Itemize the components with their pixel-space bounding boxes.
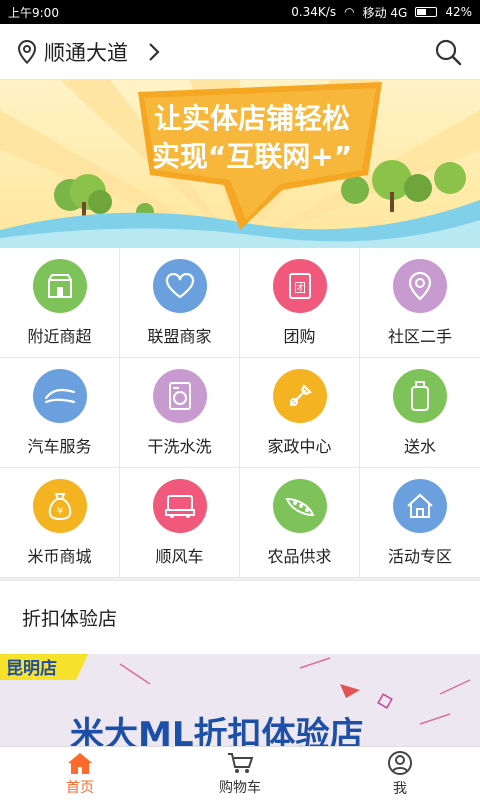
grid-item-farm-products[interactable]: 农品供求 <box>240 468 360 578</box>
user-icon <box>388 750 412 775</box>
wifi-icon: ◠ <box>344 5 355 19</box>
grid-label: 附近商超 <box>27 326 92 346</box>
location-label: 顺通大道 <box>44 40 128 65</box>
house-icon <box>393 478 447 533</box>
peas-icon <box>272 478 327 533</box>
section-title: 折扣体验店 <box>0 580 480 654</box>
banner-line2: 实现“互联网+” <box>152 140 352 173</box>
tab-home[interactable]: 首页 <box>0 747 160 800</box>
grid-item-activity-zone[interactable]: 活动专区 <box>360 468 480 578</box>
grid-item-mibi-mall[interactable]: ¥ 米币商城 <box>0 468 120 578</box>
grid-label: 顺风车 <box>155 546 204 566</box>
grid-label: 团购 <box>283 326 316 346</box>
grid-label: 干洗水洗 <box>147 436 212 456</box>
car-icon <box>152 478 207 533</box>
grid-label: 农品供求 <box>267 546 332 566</box>
grid-label: 家政中心 <box>267 436 332 456</box>
promo-city: 昆明店 <box>6 658 57 679</box>
grid-item-carpool[interactable]: 顺风车 <box>120 468 240 578</box>
bottom-tab-bar: 首页 购物车 我 <box>0 746 480 800</box>
grid-item-housekeeping[interactable]: 家政中心 <box>240 358 360 468</box>
cart-icon <box>228 752 254 773</box>
location-pin-icon <box>18 39 36 64</box>
battery-icon <box>415 7 438 17</box>
status-bar: 上午9:00 0.34K/s ◠ 移动 4G 42% <box>0 0 480 24</box>
location-selector[interactable]: 顺通大道 <box>18 37 160 67</box>
header: 顺通大道 <box>0 24 480 80</box>
category-grid: 附近商超 联盟商家 团 团购 社区二手 汽车服务 干洗水洗 家政中心 送水 ¥ … <box>0 248 480 578</box>
banner[interactable]: 让实体店铺轻松 实现“互联网+” <box>0 80 480 248</box>
tab-label: 购物车 <box>219 779 261 796</box>
grid-item-nearby-market[interactable]: 附近商超 <box>0 248 120 358</box>
grid-label: 汽车服务 <box>27 436 92 456</box>
tab-label: 我 <box>393 780 407 797</box>
grid-item-car-service[interactable]: 汽车服务 <box>0 358 120 468</box>
car-service-icon <box>32 368 87 423</box>
washing-machine-icon <box>152 368 207 423</box>
grid-item-group-buy[interactable]: 团 团购 <box>240 248 360 358</box>
search-icon[interactable] <box>434 38 462 66</box>
money-bag-icon: ¥ <box>32 478 87 533</box>
grid-label: 米币商城 <box>27 546 92 566</box>
banner-illustration: 让实体店铺轻松 实现“互联网+” <box>0 80 480 248</box>
group-buy-icon: 团 <box>272 258 327 313</box>
grid-label: 联盟商家 <box>147 326 212 346</box>
grid-label: 社区二手 <box>387 326 452 346</box>
grid-item-dry-cleaning[interactable]: 干洗水洗 <box>120 358 240 468</box>
battery-level: 42% <box>445 5 472 19</box>
svg-text:团: 团 <box>293 281 305 295</box>
home-icon <box>68 752 92 774</box>
status-time: 上午9:00 <box>8 5 59 20</box>
tab-cart[interactable]: 购物车 <box>160 747 320 800</box>
chevron-right-icon <box>149 42 160 61</box>
carrier: 移动 4G <box>362 5 408 20</box>
grid-label: 活动专区 <box>387 546 452 566</box>
promo-illustration: 昆明店 米大ML折扣体验店 <box>0 654 471 746</box>
banner-line1: 让实体店铺轻松 <box>154 102 350 135</box>
svg-text:¥: ¥ <box>56 506 62 517</box>
grid-item-alliance-merchants[interactable]: 联盟商家 <box>120 248 240 358</box>
promo-banner[interactable]: 昆明店 米大ML折扣体验店 <box>0 654 480 746</box>
heart-icon <box>152 258 207 313</box>
water-bottle-icon <box>393 368 447 423</box>
store-icon <box>32 258 87 313</box>
net-speed: 0.34K/s <box>291 5 337 19</box>
tab-label: 首页 <box>66 779 94 796</box>
status-right: 0.34K/s ◠ 移动 4G 42% <box>291 4 472 21</box>
location-pin-icon <box>393 258 447 313</box>
promo-text: 米大ML折扣体验店 <box>70 715 364 746</box>
tab-me[interactable]: 我 <box>320 747 480 800</box>
grid-item-water-delivery[interactable]: 送水 <box>360 358 480 468</box>
tools-icon <box>272 368 327 423</box>
grid-label: 送水 <box>403 436 436 456</box>
grid-item-community-secondhand[interactable]: 社区二手 <box>360 248 480 358</box>
